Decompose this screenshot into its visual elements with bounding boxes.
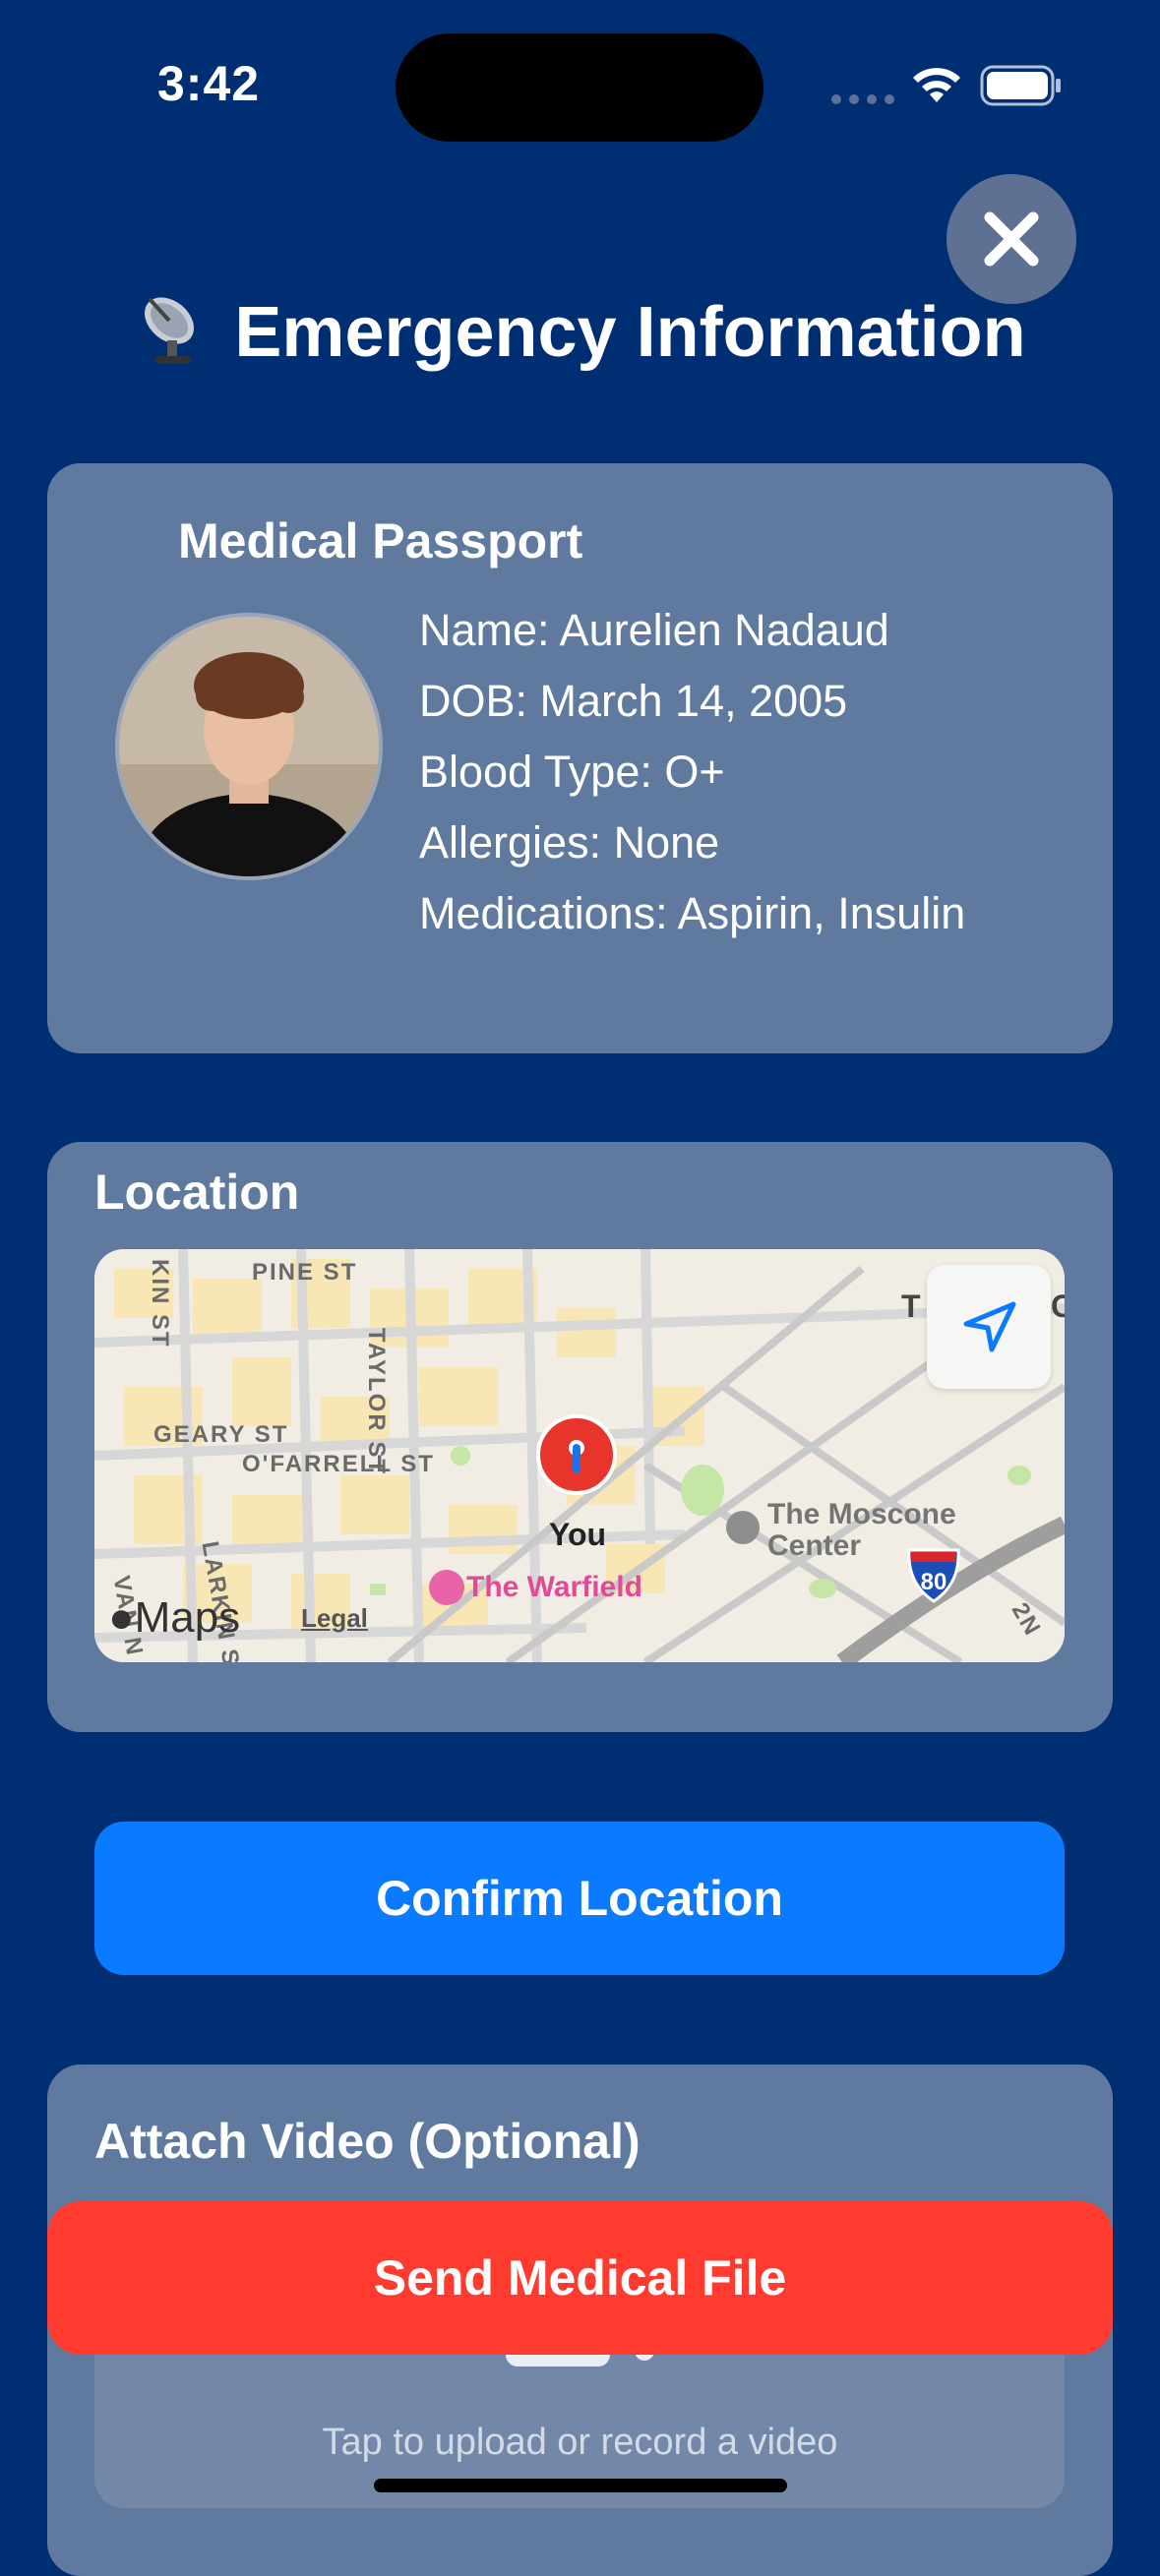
attach-video-title: Attach Video (Optional) [94,2114,641,2169]
location-title: Location [94,1165,300,1220]
confirm-location-button[interactable]: Confirm Location [94,1822,1065,1975]
map-view[interactable]: PINE ST TAYLOR ST GEARY ST O'FARRELL ST … [94,1249,1065,1662]
cellular-signal-icon [831,94,894,104]
interstate-shield-icon: 80 [903,1544,964,1605]
send-medical-file-button[interactable]: Send Medical File [47,2201,1113,2355]
info-medications: Medications: Aspirin, Insulin [419,888,966,938]
partial-label: C [1051,1288,1065,1324]
you-label: You [549,1517,607,1552]
dynamic-island [396,33,763,142]
partial-label: T [901,1288,923,1324]
street-label: O'FARRELL ST [242,1451,435,1477]
maps-logo: ●Maps [108,1593,240,1643]
street-label: GEARY ST [153,1421,289,1448]
location-arrow-icon [963,1301,1016,1352]
wifi-icon [913,68,960,102]
home-indicator[interactable] [374,2479,787,2492]
street-label: PINE ST [252,1259,358,1286]
info-blood-type: Blood Type: O+ [419,747,725,797]
apple-logo-icon: ● [108,1593,135,1642]
info-dob: DOB: March 14, 2005 [419,676,848,726]
page-title-text: Emergency Information [234,293,1026,372]
battery-icon [980,65,1061,106]
medical-passport-title: Medical Passport [178,513,583,569]
locate-me-button[interactable] [927,1265,1051,1389]
page-title: Emergency Information [0,285,1160,373]
interstate-number: 80 [921,1569,947,1595]
medical-info-list: Name: Aurelien Nadaud DOB: March 14, 200… [419,595,965,949]
info-allergies: Allergies: None [419,817,720,868]
status-time: 3:42 [157,56,261,111]
upload-hint: Tap to upload or record a video [322,2422,838,2463]
landmark-icon [726,1511,760,1544]
maps-logo-text: Maps [134,1593,241,1642]
satellite-dish-icon [145,297,195,364]
poi-label: The Warfield [466,1571,642,1603]
legal-link[interactable]: Legal [301,1603,368,1634]
street-label: KIN ST [147,1259,173,1348]
info-name: Name: Aurelien Nadaud [419,605,889,655]
pin-icon [569,1440,584,1473]
avatar [115,613,383,880]
music-venue-icon [429,1570,464,1605]
user-location-pin[interactable] [536,1414,617,1495]
